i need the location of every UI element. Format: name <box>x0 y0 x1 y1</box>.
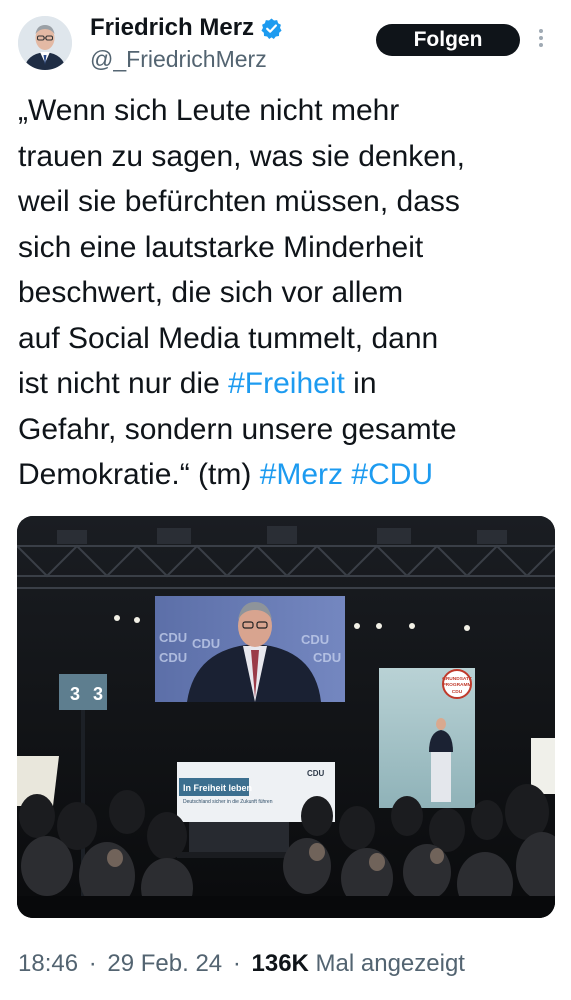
separator-dot: · <box>88 950 97 977</box>
tweet-text-segment: sich eine lautstarke Minderheit <box>18 230 424 264</box>
display-name[interactable]: Friedrich Merz <box>90 14 254 42</box>
stage-number-left: 3 <box>70 684 80 704</box>
tweet-text-segment: „Wenn sich Leute nicht mehr <box>18 94 400 127</box>
podium-title: In Freiheit leben <box>183 783 252 793</box>
tweet-text: „Wenn sich Leute nicht mehr trauen zu sag… <box>18 88 558 498</box>
view-count-label: Mal angezeigt <box>315 950 465 977</box>
tweet-text-line: auf Social Media tummelt, dann <box>18 316 558 362</box>
badge-line-2: PROGRAMM <box>442 682 471 688</box>
tweet-footer: 18:46 · 29 Feb. 24 · 136K Mal angezeigt <box>18 950 465 978</box>
hashtag-link[interactable]: #CDU <box>351 458 433 491</box>
screen-cdu-4: CDU <box>301 632 329 647</box>
separator-dot: · <box>232 950 241 977</box>
name-line: Friedrich Merz <box>90 14 283 42</box>
tweet-text-line: sich eine lautstarke Minderheit <box>18 225 558 271</box>
tweet-text-line: Demokratie.“ (tm) #Merz #CDU <box>18 452 558 498</box>
event-photo: 3 3 CDU CDU CDU CDU CDU GRUNDSATZ PROGRA… <box>17 516 555 918</box>
tweet-time[interactable]: 18:46 <box>18 950 78 977</box>
avatar-image <box>18 16 72 70</box>
user-handle[interactable]: @_FriedrichMerz <box>90 46 267 73</box>
badge-line-3: CDU <box>452 689 463 695</box>
podium-subtitle: Deutschland sicher in die Zukunft führen <box>183 799 273 805</box>
tweet-text-line: Gefahr, sondern unsere gesamte <box>18 407 558 453</box>
tweet-text-segment: trauen zu sagen, was sie denken, <box>18 139 465 173</box>
avatar[interactable] <box>18 16 72 70</box>
tweet-text-line: ist nicht nur die #Freiheit in <box>18 361 558 407</box>
tweet-text-segment: Demokratie.“ (tm) <box>18 458 260 491</box>
tweet-text-segment: in <box>344 367 377 400</box>
view-count[interactable]: 136K <box>252 950 309 977</box>
follow-button[interactable]: Folgen <box>376 24 520 56</box>
tweet-text-line: „Wenn sich Leute nicht mehr <box>18 88 558 134</box>
stage-number-right: 3 <box>93 684 103 704</box>
podium-logo: CDU <box>307 769 325 778</box>
more-options-icon[interactable] <box>536 26 546 54</box>
tweet-text-line: weil sie befürchten müssen, dass <box>18 179 558 225</box>
tweet-text-line: beschwert, die sich vor allem <box>18 270 558 316</box>
verified-badge-icon <box>260 17 283 40</box>
badge-line-1: GRUNDSATZ <box>442 676 472 682</box>
tweet-text-segment: auf Social Media tummelt, dann <box>18 321 439 355</box>
screen-cdu-5: CDU <box>313 650 341 665</box>
hashtag-link[interactable]: #Merz <box>260 458 343 491</box>
tweet-text-segment: ist nicht nur die <box>18 367 229 400</box>
hashtag-link[interactable]: #Freiheit <box>228 367 345 400</box>
tweet-media-photo[interactable]: 3 3 CDU CDU CDU CDU CDU GRUNDSATZ PROGRA… <box>17 516 555 918</box>
screen-cdu-2: CDU <box>192 636 220 651</box>
tweet-text-segment: beschwert, die sich vor allem <box>18 276 404 309</box>
tweet-text-segment: Gefahr, sondern unsere gesamte <box>18 412 457 446</box>
top-edge <box>0 0 571 4</box>
tweet-text-segment: weil sie befürchten müssen, dass <box>18 185 460 218</box>
tweet-header: Friedrich Merz @_FriedrichMerz Folgen <box>18 14 555 74</box>
screen-cdu-3: CDU <box>159 650 187 665</box>
screen-cdu-1: CDU <box>159 630 187 645</box>
tweet-date[interactable]: 29 Feb. 24 <box>107 950 222 977</box>
tweet-text-line: trauen zu sagen, was sie denken, <box>18 134 558 180</box>
